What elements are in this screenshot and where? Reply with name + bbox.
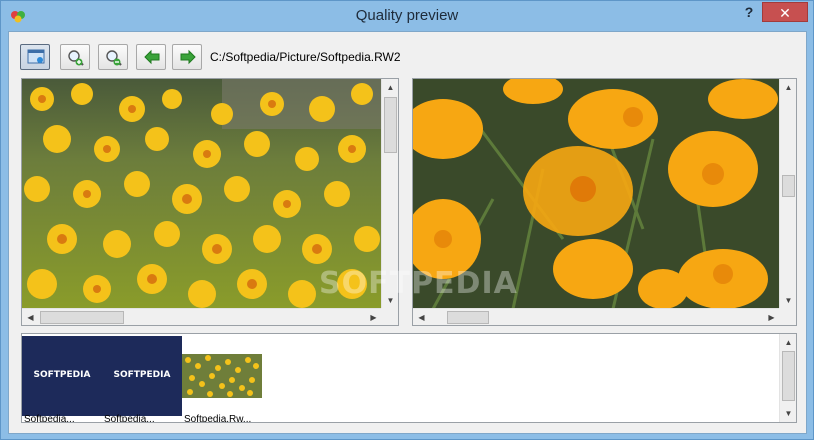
thumbnail-brand: SOFTPEDIA [33,370,91,380]
view-mode-icon [27,49,45,64]
arrow-right-icon [180,49,196,65]
scroll-up-arrow-icon[interactable]: ▲ [780,79,796,96]
quality-vertical-scrollbar[interactable]: ▲ ▼ [779,79,796,309]
original-horizontal-scrollbar[interactable]: ◀ ▶ [22,308,382,325]
scroll-corner [381,308,398,325]
scroll-up-arrow-icon[interactable]: ▲ [780,334,796,351]
title-bar: Quality preview ? ✕ [1,1,813,31]
file-path: C:/Softpedia/Picture/Softpedia.RW2 [210,50,401,64]
zoom-out-button[interactable] [98,44,128,70]
scroll-right-arrow-icon[interactable]: ▶ [763,309,780,325]
arrow-left-icon [144,49,160,65]
help-button[interactable]: ? [739,4,759,24]
vertical-scroll-thumb[interactable] [782,351,795,401]
previous-button[interactable] [136,44,166,70]
thumbnail-vertical-scrollbar[interactable]: ▲ ▼ [779,334,796,422]
close-button[interactable]: ✕ [762,2,808,22]
horizontal-scroll-thumb[interactable] [447,311,489,324]
scroll-left-arrow-icon[interactable]: ◀ [413,309,430,325]
scroll-down-arrow-icon[interactable]: ▼ [780,292,796,309]
thumbnail-item[interactable]: SOFTPEDIA [22,336,102,416]
scroll-up-arrow-icon[interactable]: ▲ [382,79,398,96]
scroll-down-arrow-icon[interactable]: ▼ [780,405,796,422]
horizontal-scroll-thumb[interactable] [40,311,124,324]
zoom-in-button[interactable] [60,44,90,70]
scroll-corner [779,308,796,325]
vertical-scroll-thumb[interactable] [782,175,795,197]
thumbnail-label: Softpedia... [104,414,155,423]
thumbnail-strip: SOFTPEDIA SOFTPEDIA Softpedia... Softped… [21,333,797,423]
window-title: Quality preview [355,7,459,24]
thumbnail-item[interactable]: SOFTPEDIA [102,336,182,416]
scroll-right-arrow-icon[interactable]: ▶ [365,309,382,325]
thumbnail-label: Softpedia... [24,414,75,423]
vertical-scroll-thumb[interactable] [384,97,397,153]
quality-preview-window: Quality preview ? ✕ C:/Softpedia/Picture… [0,0,814,440]
softpedia-watermark: SOFTPEDIA [319,266,518,301]
view-mode-button[interactable] [20,44,50,70]
thumbnail-item[interactable] [182,336,262,416]
zoom-out-icon [106,50,122,66]
scroll-left-arrow-icon[interactable]: ◀ [22,309,39,325]
thumbnail-label: Softpedia.Rw... [184,414,252,423]
zoom-in-icon [68,50,84,66]
next-button[interactable] [172,44,202,70]
dialog-client-area: C:/Softpedia/Picture/Softpedia.RW2 ▲ ▼ ◀… [8,31,807,434]
quality-horizontal-scrollbar[interactable]: ◀ ▶ [413,308,780,325]
thumbnail-brand: SOFTPEDIA [113,370,171,380]
